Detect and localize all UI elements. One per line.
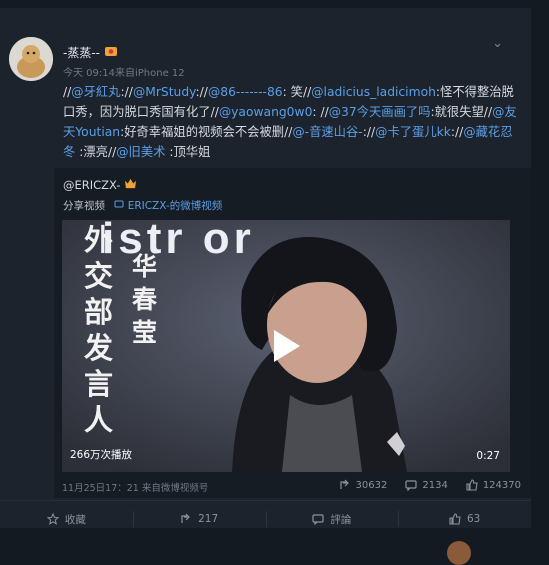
mention-link[interactable]: @ladicius_ladicimoh	[311, 85, 436, 99]
quoted-like-count: 124370	[482, 479, 521, 491]
like-count: 63	[466, 513, 481, 525]
video-link-text[interactable]: ERICZX-的微博视频	[128, 200, 223, 212]
share-icon	[181, 513, 190, 523]
mention-link[interactable]: @牙紅丸	[71, 85, 120, 99]
username-text[interactable]: -蒸蒸--	[63, 46, 100, 60]
mention-link[interactable]: @-音速山谷-	[292, 125, 362, 139]
mention-link[interactable]: @旧美术	[116, 145, 165, 159]
badge-icon	[104, 45, 118, 60]
post-text-fragment: : 笑//	[282, 85, 312, 99]
star-icon	[46, 513, 59, 525]
play-icon[interactable]	[274, 330, 300, 362]
like-icon	[449, 513, 461, 525]
share-icon	[339, 479, 349, 489]
video-link[interactable]: ERICZX-的微博视频	[114, 200, 222, 212]
mention-link[interactable]: @yaowang0w0	[219, 105, 313, 119]
quoted-date: 11月25日17：21 来自微博视频号	[62, 483, 209, 494]
comment-icon	[312, 514, 324, 525]
quoted-user[interactable]: @ERICZX-	[63, 178, 137, 192]
quoted-share-count: 30632	[355, 479, 388, 491]
avatar[interactable]	[9, 37, 53, 81]
post-text-fragment: :就很失望//	[430, 105, 493, 119]
crown-icon	[125, 178, 137, 189]
video-duration: 0:27	[476, 450, 500, 462]
comment-icon	[405, 480, 417, 491]
like-icon	[466, 479, 478, 491]
favorite-label: 收藏	[64, 513, 86, 526]
video-caption-title: 外交部发言人	[84, 223, 114, 437]
quoted-share-stat[interactable]: 30632	[339, 479, 388, 491]
post-meta: 今天 09:14来自iPhone 12	[63, 68, 185, 79]
quoted-stats: 30632 2134 124370	[339, 479, 521, 491]
share-video-line: 分享视频 ERICZX-的微博视频	[63, 198, 222, 213]
post-body: //@牙紅丸://@MrStudy://@86-------86: 笑//@la…	[63, 82, 523, 162]
post-text-fragment: :好奇幸福姐的视频会不会被删//	[120, 125, 293, 139]
mention-link[interactable]: @MrStudy	[133, 85, 196, 99]
quoted-comment-stat[interactable]: 2134	[405, 479, 448, 491]
next-post-avatar[interactable]	[447, 541, 471, 565]
video-backdrop-text: istr or	[102, 220, 255, 263]
link-icon	[114, 200, 124, 208]
video-player[interactable]: istr or 外交部发言人 华春莹 266万次播放 0:27	[62, 220, 510, 472]
like-button[interactable]: 63	[398, 501, 531, 537]
repost-count: 217	[198, 513, 219, 525]
mention-link[interactable]: @37今天画画了吗	[329, 105, 431, 119]
quoted-comment-count: 2134	[422, 479, 448, 491]
comment-label: 評論	[330, 513, 352, 526]
post-text-fragment: :顶华姐	[165, 145, 211, 159]
quoted-like-stat[interactable]: 124370	[466, 479, 521, 491]
scrollbar[interactable]	[531, 0, 549, 553]
action-bar: 收藏 217 評論 63	[0, 500, 531, 537]
post-username[interactable]: -蒸蒸--	[63, 44, 118, 61]
view-count: 266万次播放	[70, 449, 133, 461]
post-text-fragment: : //	[312, 105, 329, 119]
weibo-post-card: ⌄ -蒸蒸-- 今天 09:14来自iPhone 12 //@牙紅丸://@Mr…	[0, 8, 532, 528]
post-text-fragment: ://	[195, 85, 208, 99]
post-text-fragment: ://	[362, 125, 376, 139]
comment-button[interactable]: 評論	[265, 501, 399, 537]
repost-button[interactable]: 217	[132, 501, 266, 537]
chevron-down-icon[interactable]: ⌄	[492, 36, 503, 51]
mention-link[interactable]: @86-------86	[208, 85, 283, 99]
post-text-fragment: :漂亮//	[75, 145, 117, 159]
post-text-fragment: ://	[120, 85, 133, 99]
video-caption-name: 华春莹	[132, 252, 158, 347]
quoted-post[interactable]: @ERICZX- 分享视频 ERICZX-的微博视频 istr or 外交部发言…	[54, 168, 531, 498]
quoted-username[interactable]: @ERICZX-	[63, 178, 121, 192]
favorite-button[interactable]: 收藏	[0, 501, 133, 537]
post-text-fragment: ://	[450, 125, 464, 139]
mention-link[interactable]: @卡了蛋儿kk	[375, 125, 451, 139]
share-video-label: 分享视频	[63, 200, 105, 212]
